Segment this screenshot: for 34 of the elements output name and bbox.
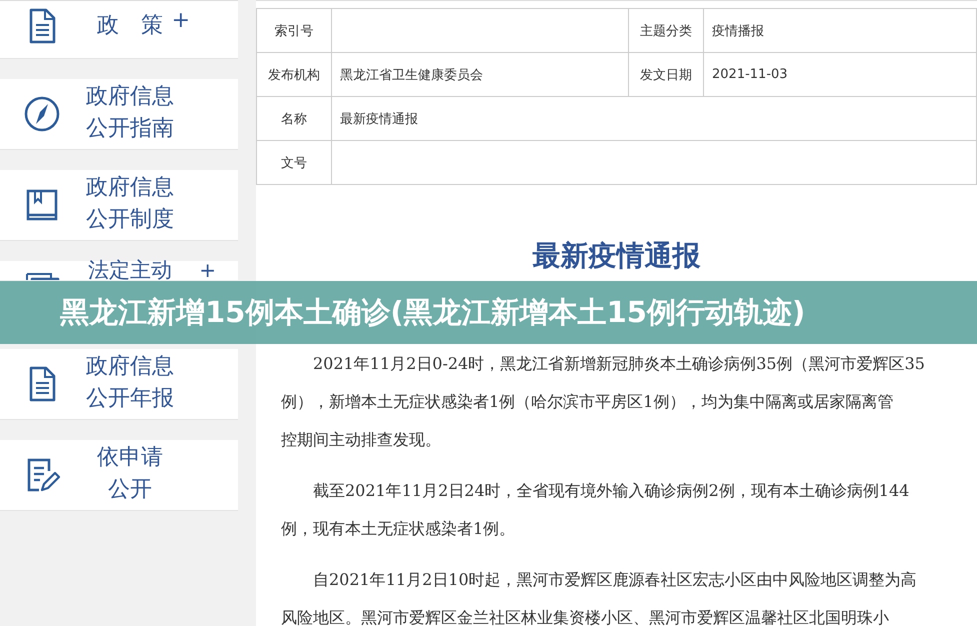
table-cell: 2021-11-03 bbox=[704, 52, 976, 96]
sidebar-item-label: 公开指南 bbox=[86, 115, 174, 143]
sidebar-item-label: 政府信息 bbox=[86, 174, 174, 202]
sidebar-item-label: 法定主动 bbox=[88, 261, 172, 280]
sidebar-item-label: 政府信息 bbox=[86, 83, 174, 111]
table-cell: 最新疫情通报 bbox=[332, 96, 976, 140]
sidebar-item[interactable]: 政 策 + bbox=[0, 1, 238, 59]
sidebar-item-label: 公开 bbox=[108, 476, 152, 504]
sidebar-item[interactable]: 政府信息 公开年报 bbox=[0, 349, 238, 420]
table-cell: 黑龙江省卫生健康委员会 bbox=[332, 52, 628, 96]
table-cell: 文号 bbox=[256, 140, 332, 184]
expand-toggle[interactable]: + bbox=[172, 9, 190, 33]
table-cell: 主题分类 bbox=[628, 8, 704, 52]
headline: 黑龙江新增15例本土确诊(黑龙江新增本土15例行动轨迹) bbox=[60, 294, 806, 330]
sidebar-item-label: 政 策 bbox=[97, 12, 163, 40]
sidebar-item[interactable]: 政府信息 公开制度 bbox=[0, 170, 238, 241]
sidebar-item-label: 公开年报 bbox=[86, 385, 174, 413]
sidebar-item-label: 依申请 bbox=[97, 444, 163, 472]
article-title: 最新疫情通报 bbox=[532, 238, 702, 274]
sidebar-item[interactable]: 法定主动 + bbox=[0, 261, 238, 280]
paragraph: 自2021年11月2日10时起，黑河市爱辉区鹿源春社区宏志小区由中风险地区调整为高 风险地区。黑河市爱辉区金兰社区林业集资楼小区、黑河市爱辉区温馨社区北国明珠小 bbox=[281, 569, 918, 626]
sidebar-item-label: 公开制度 bbox=[86, 206, 174, 234]
sidebar-item-label: 政府信息 bbox=[86, 353, 174, 381]
table-cell: 名称 bbox=[256, 96, 332, 140]
table-cell: 发布机构 bbox=[256, 52, 332, 96]
paragraph: 截至2021年11月2日24时，全省现有境外输入确诊病例2例，现有本土确诊病例144 例，现有本土无症状感染者1例。 bbox=[281, 480, 910, 540]
compass-icon bbox=[22, 94, 62, 134]
sidebar-item[interactable]: 依申请 公开 bbox=[0, 440, 238, 511]
paragraph: 2021年11月2日0-24时，黑龙江省新增新冠肺炎本土确诊病例35例（黑河市爱辉区35 例），新增本土无症状感染者1例（哈尔滨市平房区1例），均为集中隔离或居家隔离管 控期间主动排查发现。 bbox=[281, 353, 926, 451]
table-cell: 发文日期 bbox=[628, 52, 704, 96]
table-cell: 索引号 bbox=[256, 8, 332, 52]
sidebar-item[interactable]: 政府信息 公开指南 bbox=[0, 79, 238, 150]
expand-toggle[interactable]: + bbox=[199, 261, 216, 280]
table-cell: 疫情播报 bbox=[704, 8, 976, 52]
